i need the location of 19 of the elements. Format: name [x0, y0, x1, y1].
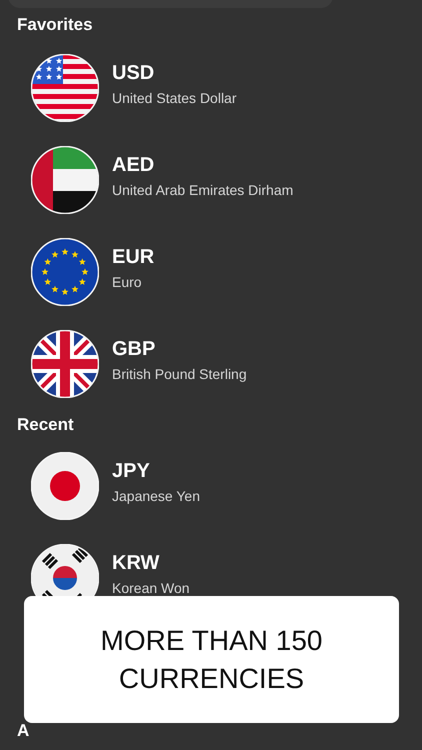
currency-code: GBP	[112, 338, 156, 361]
currency-name: British Pound Sterling	[112, 366, 247, 382]
currency-code: USD	[112, 62, 156, 85]
currency-name: United Arab Emirates Dirham	[112, 182, 294, 198]
currency-code: AED	[112, 154, 156, 177]
currency-code: JPY	[112, 460, 151, 483]
section-header: Favorites	[17, 15, 93, 35]
section-header: A	[17, 721, 30, 741]
currency-code: EUR	[112, 246, 154, 269]
currency-name: Japanese Yen	[112, 488, 200, 504]
currency-name: United States Dollar	[112, 90, 237, 106]
section-header: Recent	[17, 415, 74, 435]
currency-name: Korean Won	[112, 580, 190, 596]
currency-code: KRW	[112, 552, 160, 575]
currency-name: Euro	[112, 274, 143, 290]
flag-icon	[31, 54, 99, 122]
promo-text: MORE THAN 150 CURRENCIES	[100, 624, 324, 696]
flag-icon	[31, 146, 99, 214]
flag-icon	[31, 452, 99, 520]
